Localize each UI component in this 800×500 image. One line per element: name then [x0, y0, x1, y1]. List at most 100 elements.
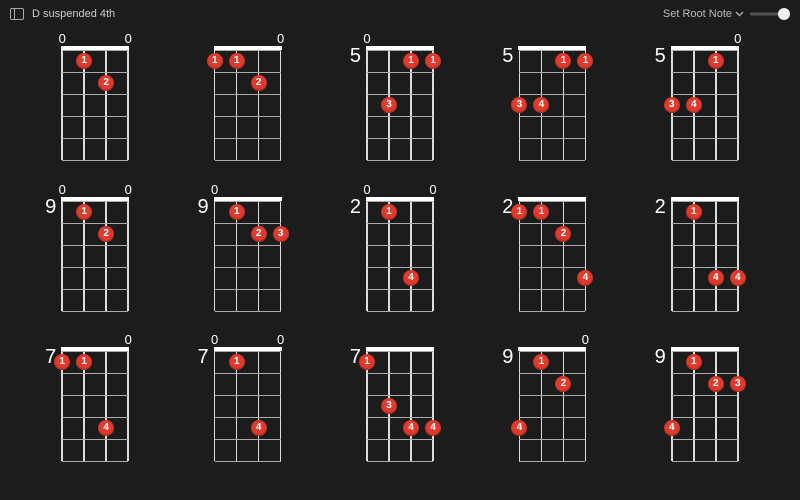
chevron-down-icon — [735, 11, 744, 17]
fretboard: 123 — [215, 201, 281, 311]
zoom-slider[interactable] — [750, 7, 790, 21]
page-title: D suspended 4th — [32, 8, 115, 20]
start-fret-label: 2 — [655, 197, 666, 217]
open-string-label: 0 — [363, 183, 370, 196]
finger-dot: 1 — [577, 53, 593, 69]
chord-diagram[interactable]: 71344 — [335, 333, 465, 474]
finger-dot: 1 — [359, 354, 375, 370]
start-fret-label: 9 — [502, 347, 513, 367]
open-string-label: 0 — [582, 333, 589, 346]
set-root-note-label: Set Root Note — [663, 8, 732, 20]
fretboard: 12 — [62, 50, 128, 160]
chord-diagram[interactable]: 00714 — [182, 333, 312, 474]
chord-diagram[interactable]: 00912 — [30, 183, 160, 324]
finger-dot: 4 — [577, 270, 593, 286]
finger-dot: 3 — [381, 398, 397, 414]
fretboard: 124 — [519, 351, 585, 461]
start-fret-label: 9 — [197, 197, 208, 217]
finger-dot: 1 — [381, 204, 397, 220]
finger-dot: 1 — [708, 53, 724, 69]
sidebar-toggle-icon[interactable] — [10, 8, 24, 20]
open-string-label: 0 — [125, 32, 132, 45]
fretboard: 144 — [672, 201, 738, 311]
set-root-note-dropdown[interactable]: Set Root Note — [663, 8, 744, 20]
finger-dot: 2 — [555, 376, 571, 392]
finger-dot: 2 — [98, 226, 114, 242]
chord-diagram[interactable]: 0112 — [182, 32, 312, 173]
slider-thumb[interactable] — [778, 8, 790, 20]
start-fret-label: 5 — [502, 46, 513, 66]
finger-dot: 4 — [403, 420, 419, 436]
open-string-label: 0 — [734, 32, 741, 45]
finger-dot: 3 — [730, 376, 746, 392]
fretboard: 1124 — [519, 201, 585, 311]
chord-diagram[interactable]: 09 123 — [182, 183, 312, 324]
fretboard: 14 — [215, 351, 281, 461]
start-fret-label: 2 — [350, 197, 361, 217]
fretboard: 113 — [367, 50, 433, 160]
chord-grid: 0012011205113511340513400912091230021421… — [0, 24, 800, 484]
finger-dot: 1 — [207, 53, 223, 69]
finger-dot: 1 — [54, 354, 70, 370]
finger-dot: 2 — [251, 75, 267, 91]
finger-dot: 1 — [229, 53, 245, 69]
open-string-label: 0 — [277, 32, 284, 45]
finger-dot: 4 — [533, 97, 549, 113]
finger-dot: 4 — [425, 420, 441, 436]
chord-diagram[interactable]: 0 9 124 — [487, 333, 617, 474]
fretboard: 14 — [367, 201, 433, 311]
fretboard: 1344 — [367, 351, 433, 461]
finger-dot: 1 — [686, 354, 702, 370]
finger-dot: 4 — [730, 270, 746, 286]
finger-dot: 1 — [555, 53, 571, 69]
finger-dot: 3 — [273, 226, 289, 242]
chord-diagram[interactable]: 07114 — [30, 333, 160, 474]
header: D suspended 4th Set Root Note — [0, 0, 800, 24]
header-left: D suspended 4th — [10, 8, 115, 20]
finger-dot: 3 — [381, 97, 397, 113]
finger-dot: 3 — [511, 97, 527, 113]
open-string-label: 0 — [277, 333, 284, 346]
finger-dot: 1 — [511, 204, 527, 220]
finger-dot: 1 — [533, 204, 549, 220]
fretboard: 134 — [672, 50, 738, 160]
finger-dot: 4 — [98, 420, 114, 436]
finger-dot: 4 — [251, 420, 267, 436]
chord-diagram[interactable]: 51134 — [487, 32, 617, 173]
chord-diagram[interactable]: 9 1234 — [640, 333, 770, 474]
finger-dot: 1 — [403, 53, 419, 69]
fretboard: 114 — [62, 351, 128, 461]
finger-dot: 1 — [76, 354, 92, 370]
fretboard: 12 — [62, 201, 128, 311]
open-string-label: 0 — [125, 333, 132, 346]
chord-diagram[interactable]: 0 0 12 — [30, 32, 160, 173]
fretboard: 1234 — [672, 351, 738, 461]
chord-diagram[interactable]: 00214 — [335, 183, 465, 324]
open-string-label: 0 — [59, 183, 66, 196]
finger-dot: 1 — [425, 53, 441, 69]
start-fret-label: 5 — [350, 46, 361, 66]
finger-dot: 2 — [708, 376, 724, 392]
finger-dot: 2 — [555, 226, 571, 242]
finger-dot: 1 — [686, 204, 702, 220]
chord-diagram[interactable]: 21124 — [487, 183, 617, 324]
finger-dot: 4 — [511, 420, 527, 436]
open-string-label: 0 — [211, 333, 218, 346]
fretboard: 1134 — [519, 50, 585, 160]
finger-dot: 4 — [686, 97, 702, 113]
open-string-label: 0 — [211, 183, 218, 196]
chord-diagram[interactable]: 2 1 44 — [640, 183, 770, 324]
finger-dot: 1 — [229, 354, 245, 370]
start-fret-label: 5 — [655, 46, 666, 66]
open-string-label: 0 — [125, 183, 132, 196]
finger-dot: 1 — [229, 204, 245, 220]
finger-dot: 2 — [251, 226, 267, 242]
start-fret-label: 9 — [45, 197, 56, 217]
chord-diagram[interactable]: 0 5 134 — [640, 32, 770, 173]
open-string-label: 0 — [59, 32, 66, 45]
finger-dot: 2 — [98, 75, 114, 91]
start-fret-label: 9 — [655, 347, 666, 367]
open-string-label: 0 — [363, 32, 370, 45]
finger-dot: 4 — [708, 270, 724, 286]
chord-diagram[interactable]: 05 11 3 — [335, 32, 465, 173]
